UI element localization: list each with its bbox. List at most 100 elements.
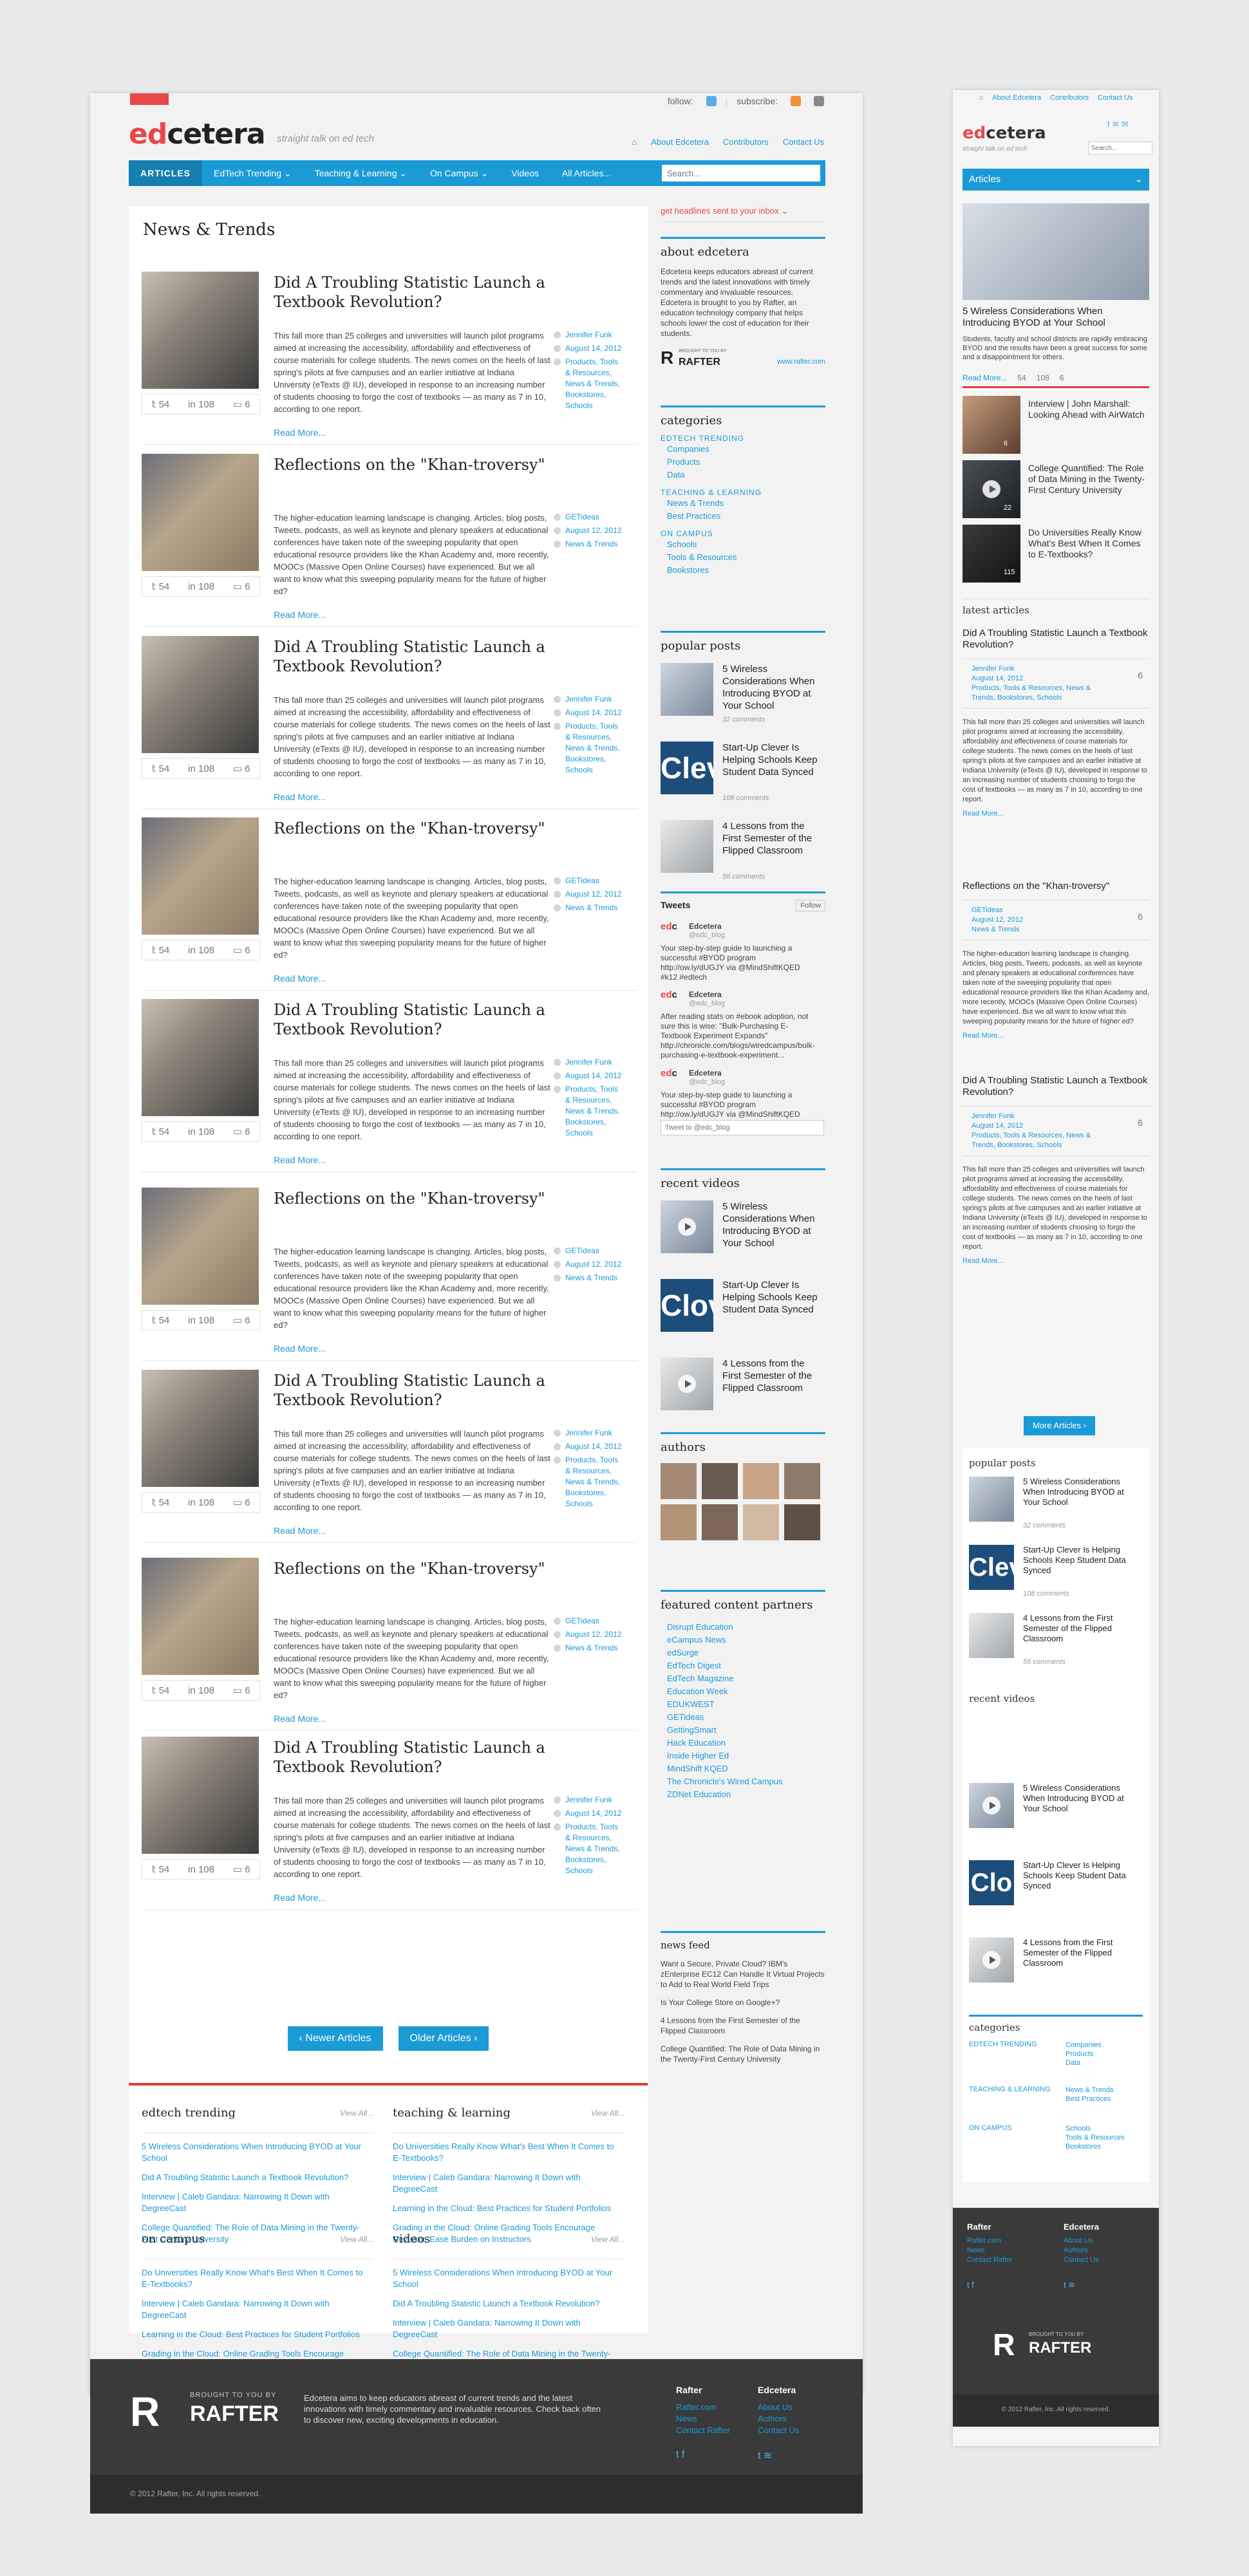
comment-icon[interactable]: ▭ 6 [233, 398, 250, 410]
news-item[interactable]: 4 Lessons from the First Semester of the… [661, 2015, 825, 2036]
article-title[interactable]: Did A Troubling Statistic Launch a Textb… [274, 1000, 596, 1039]
nav-all-articles[interactable]: All Articles... [550, 160, 623, 186]
tweet-handle[interactable]: @edc_blog [689, 931, 725, 940]
list-item[interactable]: Interview | Caleb Gandara: Narrowing It … [393, 2317, 624, 2340]
tweet-author[interactable]: Edcetera [689, 1069, 722, 1078]
twitter-icon[interactable]: t ≋ ✉ [1107, 119, 1129, 129]
twitter-icon[interactable]: 𝕥 54 [151, 1126, 169, 1137]
article-title[interactable]: Did A Troubling Statistic Launch a Textb… [274, 273, 596, 312]
comment-icon[interactable]: ▭ 6 [233, 944, 250, 956]
category-campus[interactable]: ON CAMPUS [661, 529, 825, 538]
tweet-input[interactable] [661, 1120, 824, 1135]
linkedin-icon[interactable]: in 108 [188, 1864, 214, 1875]
video-item[interactable]: 4 Lessons from the First Semester of the… [661, 1358, 825, 1422]
list-item[interactable]: 5 Wireless Considerations When Introduci… [393, 2267, 624, 2290]
tweet-author[interactable]: Edcetera [689, 990, 722, 1000]
footer-link[interactable]: About Us [1064, 2236, 1098, 2246]
twitter-icon[interactable] [706, 96, 717, 106]
list-item[interactable]: 5 Wireless Considerations When Introduci… [142, 2141, 373, 2164]
list-item[interactable]: Interview | Caleb Gandara: Narrowing It … [142, 2298, 373, 2321]
twitter-icon[interactable]: 𝕥 54 [151, 581, 169, 592]
news-item[interactable]: College Quantified: The Role of Data Min… [661, 2044, 825, 2064]
newer-articles-button[interactable]: ‹ Newer Articles [287, 2026, 383, 2051]
twitter-icon[interactable]: 𝕥 54 [151, 398, 169, 410]
partner-link[interactable]: Inside Higher Ed [667, 1750, 825, 1762]
read-more-link[interactable]: Read More... [274, 1713, 326, 1724]
read-more-link[interactable]: Read More... [274, 427, 326, 438]
article-author[interactable]: Jennifer Funk [554, 694, 624, 705]
util-link-about[interactable]: About Edcetera [992, 94, 1041, 102]
read-more-link[interactable]: Read More... [963, 1032, 1149, 1040]
footer-link[interactable]: Contact Us [1064, 2255, 1098, 2265]
video-item[interactable]: 4 Lessons from the First Semester of the… [969, 1937, 1134, 2002]
view-all-link[interactable]: View All... [340, 2235, 373, 2244]
article-author[interactable]: GETideas [972, 906, 1149, 915]
list-item[interactable]: Learning in the Cloud: Best Practices fo… [393, 2203, 624, 2214]
partner-link[interactable]: GETideas [667, 1711, 825, 1724]
popular-post[interactable]: 4 Lessons from the First Semester of the… [969, 1613, 1134, 1677]
follow-button[interactable]: Follow [796, 900, 825, 911]
twitter-icon[interactable]: t f [676, 2449, 684, 2461]
util-link-contributors[interactable]: Contributors [723, 137, 769, 147]
article-tags[interactable]: News & Trends [554, 1643, 624, 1654]
list-item[interactable]: Interview | Caleb Gandara: Narrowing It … [142, 2191, 373, 2214]
article-title[interactable]: Reflections on the "Khan-troversy" [963, 881, 1149, 892]
list-item[interactable]: Did A Troubling Statistic Launch a Textb… [142, 2172, 373, 2183]
view-all-link[interactable]: View All... [591, 2109, 624, 2118]
avatar[interactable] [702, 1463, 738, 1499]
category-link[interactable]: Tools & Resources [1066, 2133, 1125, 2142]
rss-icon[interactable]: t ≋ [758, 2449, 772, 2462]
article-title[interactable]: Did A Troubling Statistic Launch a Textb… [274, 637, 596, 676]
article-tags[interactable]: Products, Tools & Resources, News & Tren… [972, 1131, 1113, 1150]
category-link[interactable]: Tools & Resources [667, 551, 825, 564]
category-campus[interactable]: ON CAMPUS [969, 2124, 1012, 2132]
avatar[interactable] [784, 1504, 820, 1540]
category-teaching[interactable]: TEACHING & LEARNING [661, 488, 825, 497]
article-author[interactable]: GETideas [554, 1616, 624, 1627]
partner-link[interactable]: EDUKWEST [667, 1698, 825, 1711]
category-link[interactable]: Best Practices [1066, 2095, 1114, 2104]
footer-link[interactable]: Contact Rafter [967, 2255, 1013, 2265]
category-link[interactable]: Bookstores [667, 564, 825, 577]
hero-image[interactable] [963, 203, 1149, 300]
partner-link[interactable]: The Chronicle's Wired Campus [667, 1775, 825, 1788]
category-edtech[interactable]: EDTECH TRENDING [661, 434, 825, 443]
read-more-link[interactable]: Read More... [274, 1892, 326, 1903]
article-thumbnail[interactable] [142, 1370, 259, 1487]
view-all-link[interactable]: View All... [340, 2109, 373, 2118]
partner-link[interactable]: EdTech Magazine [667, 1672, 825, 1685]
mobile-nav-menu[interactable]: Articles ⌄ [963, 169, 1149, 191]
video-item[interactable]: Clov Start-Up Clever Is Helping Schools … [661, 1279, 825, 1343]
view-all-link[interactable]: View All... [591, 2235, 624, 2244]
article-author[interactable]: GETideas [554, 1246, 624, 1256]
category-link[interactable]: Companies [667, 443, 825, 456]
list-item[interactable]: Interview | Caleb Gandara: Narrowing It … [393, 2172, 624, 2195]
linkedin-icon[interactable]: in 108 [188, 1685, 214, 1696]
article-tags[interactable]: Products, Tools & Resources, News & Tren… [554, 357, 624, 411]
article-title[interactable]: Did A Troubling Statistic Launch a Textb… [963, 1075, 1149, 1098]
newsletter-signup[interactable]: get headlines sent to your inbox ⌄ [661, 206, 825, 222]
category-link[interactable]: Products [1066, 2049, 1102, 2058]
partner-link[interactable]: eCampus News [667, 1634, 825, 1647]
read-more-link[interactable]: Read More... [274, 792, 326, 802]
site-logo[interactable]: edcetera [129, 118, 266, 151]
read-more-link[interactable]: Read More... [274, 1155, 326, 1165]
popular-post[interactable]: Clev Start-Up Clever Is Helping Schools … [969, 1545, 1134, 1609]
read-more-link[interactable]: Read More... [963, 810, 1149, 817]
article-tags[interactable]: Products, Tools & Resources, News & Tren… [554, 1455, 624, 1509]
article-author[interactable]: Jennifer Funk [972, 1112, 1149, 1121]
article-author[interactable]: GETideas [554, 512, 624, 523]
category-link[interactable]: Data [667, 469, 825, 481]
footer-link[interactable]: News [676, 2413, 730, 2425]
home-icon[interactable]: ⌂ [979, 94, 984, 102]
article-author[interactable]: Jennifer Funk [554, 330, 624, 341]
read-more-link[interactable]: Read More... [274, 610, 326, 620]
avatar[interactable] [743, 1463, 779, 1499]
article-thumbnail[interactable] [142, 817, 259, 935]
category-link[interactable]: Schools [1066, 2124, 1125, 2133]
older-articles-button[interactable]: Older Articles › [398, 2026, 489, 2051]
partner-link[interactable]: Education Week [667, 1685, 825, 1698]
footer-link[interactable]: Contact Rafter [676, 2425, 730, 2436]
list-item[interactable]: Did A Troubling Statistic Launch a Textb… [393, 2298, 624, 2310]
util-link-contributors[interactable]: Contributors [1050, 94, 1089, 102]
